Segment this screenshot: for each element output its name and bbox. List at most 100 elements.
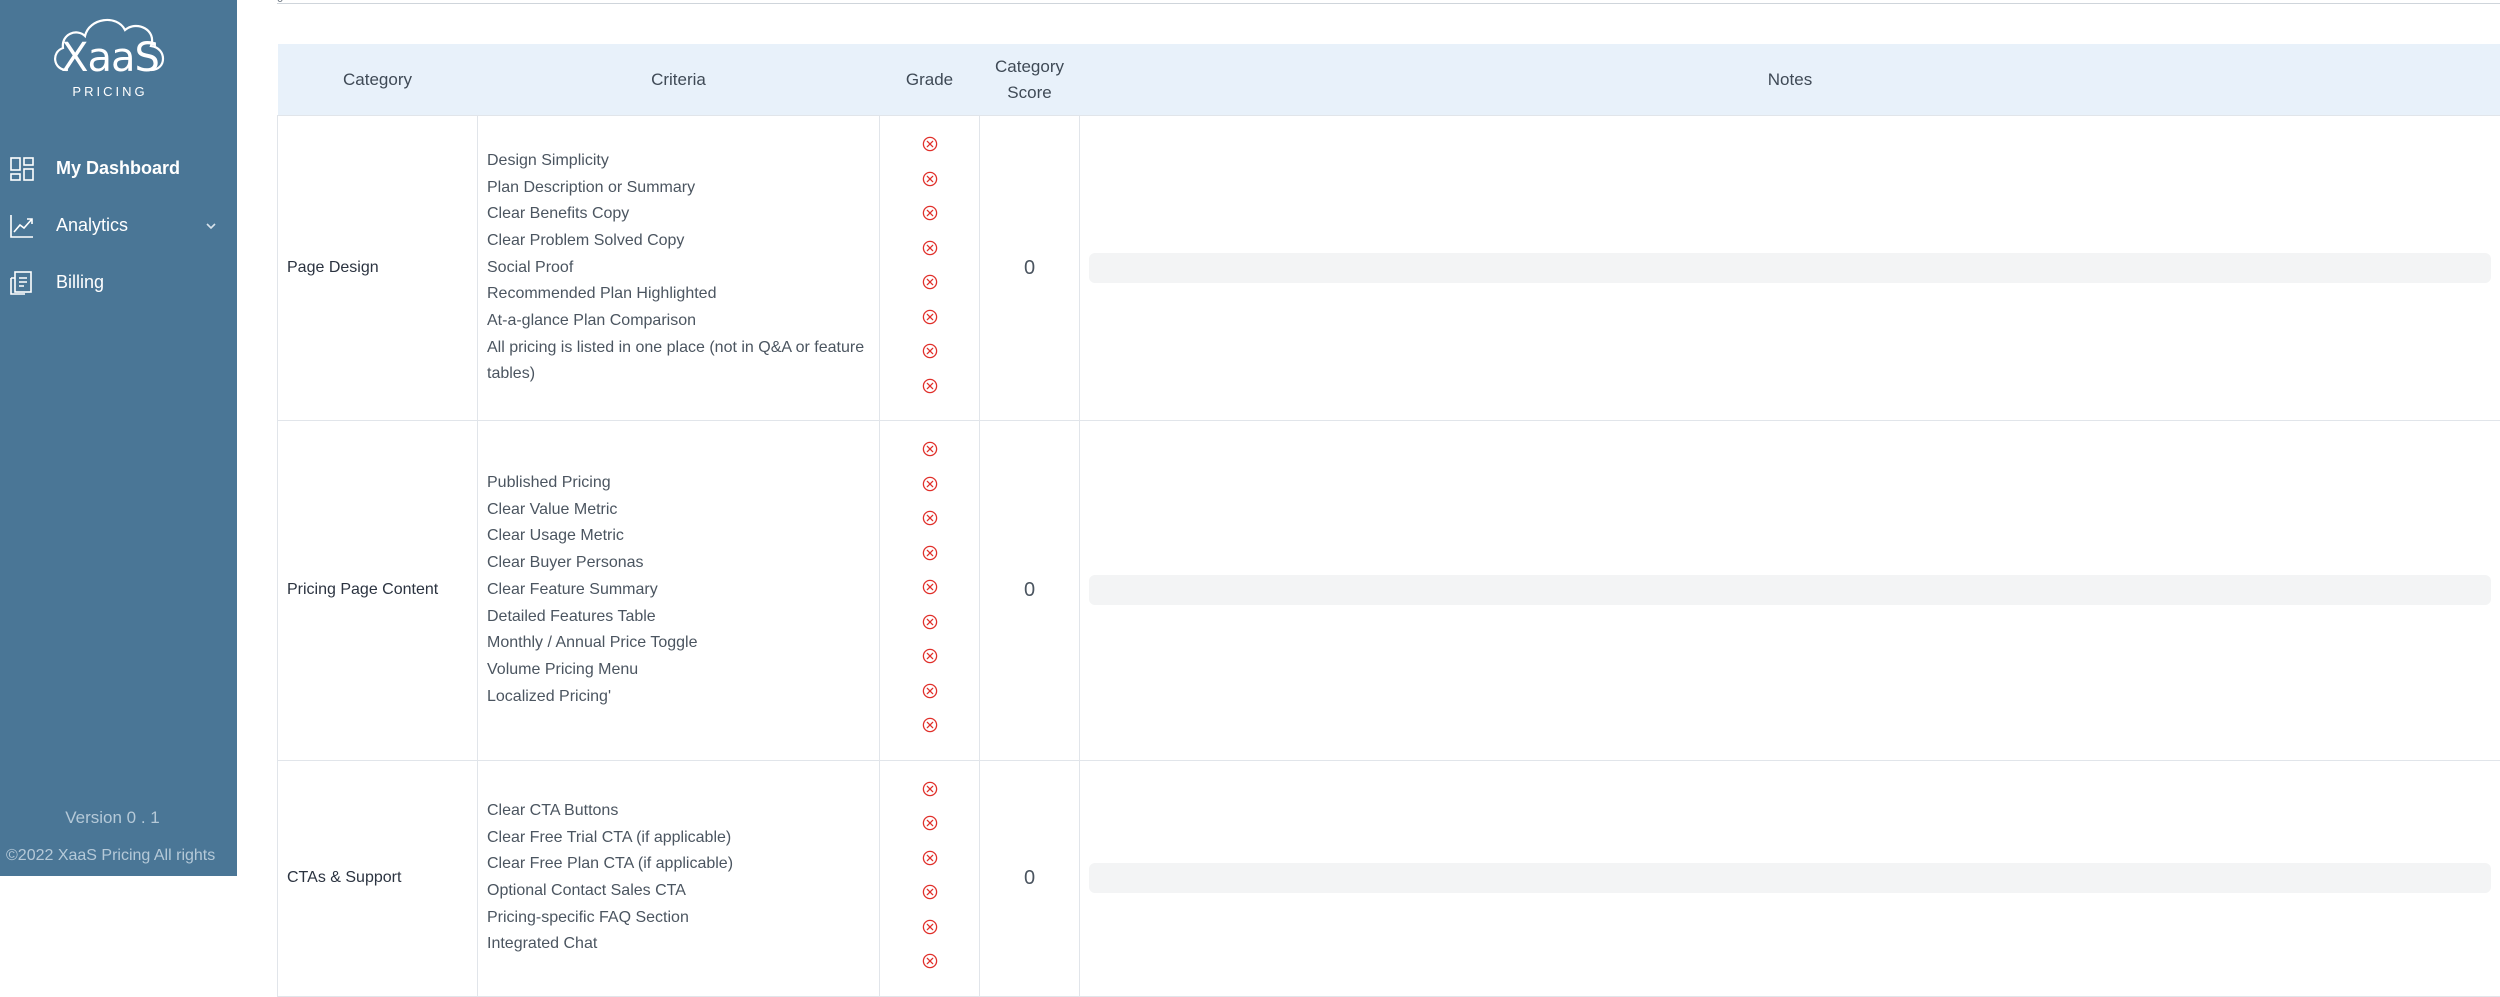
notes-cell (1080, 760, 2500, 996)
table-row: Page DesignDesign SimplicityPlan Descrip… (278, 116, 2500, 421)
criterion-item: Social Proof (487, 255, 871, 282)
grading-table: Category Criteria Grade Category Score N… (277, 44, 2500, 997)
notes-field[interactable] (1089, 253, 2491, 283)
criterion-item: Clear Free Plan CTA (if applicable) (487, 851, 871, 878)
category-cell: CTAs & Support (278, 760, 478, 996)
category-score-cell: 0 (980, 760, 1080, 996)
fail-x-circle-icon[interactable] (916, 850, 944, 879)
fail-x-circle-icon[interactable] (916, 343, 944, 372)
criterion-item: Clear Problem Solved Copy (487, 228, 871, 255)
table-header-row: Category Criteria Grade Category Score N… (278, 44, 2500, 116)
notes-field[interactable] (1089, 863, 2491, 893)
criterion-item: Monthly / Annual Price Toggle (487, 630, 871, 657)
fail-x-circle-icon[interactable] (916, 240, 944, 269)
copyright-label: ©2022 XaaS Pricing All rights (6, 847, 237, 865)
column-header-grade: Grade (880, 44, 980, 116)
criterion-item: Recommended Plan Highlighted (487, 281, 871, 308)
fail-x-circle-icon[interactable] (916, 510, 944, 539)
criterion-item: Integrated Chat (487, 931, 871, 958)
grade-cell (880, 760, 980, 996)
fail-x-circle-icon[interactable] (916, 884, 944, 913)
column-header-notes: Notes (1080, 44, 2500, 116)
logo-subtext: PRICING (45, 84, 175, 99)
criterion-item: Published Pricing (487, 470, 871, 497)
divider (277, 3, 2500, 4)
fail-x-circle-icon[interactable] (916, 378, 944, 407)
criteria-list: Published PricingClear Value MetricClear… (478, 459, 879, 721)
fail-x-circle-icon[interactable] (916, 579, 944, 608)
table-row: Pricing Page ContentPublished PricingCle… (278, 421, 2500, 761)
fail-x-circle-icon[interactable] (916, 815, 944, 844)
fail-x-circle-icon[interactable] (916, 648, 944, 677)
fail-x-circle-icon[interactable] (916, 441, 944, 470)
main-content: 0 Category Criteria Grade Category Score… (237, 0, 2500, 876)
fail-x-circle-icon[interactable] (916, 953, 944, 982)
line-chart-icon (9, 213, 35, 239)
header-line: Score (1007, 83, 1051, 102)
grade-list (880, 421, 979, 760)
sidebar-item-label: Analytics (56, 215, 128, 236)
column-header-category: Category (278, 44, 478, 116)
fail-x-circle-icon[interactable] (916, 683, 944, 712)
fail-x-circle-icon[interactable] (916, 919, 944, 948)
criterion-item: At-a-glance Plan Comparison (487, 308, 871, 335)
sidebar: XaaS PRICING My Dashboard (0, 0, 237, 876)
sidebar-item-label: My Dashboard (56, 158, 180, 179)
table-body: Page DesignDesign SimplicityPlan Descrip… (278, 116, 2500, 997)
chevron-down-icon[interactable] (204, 219, 218, 233)
sidebar-item-analytics[interactable]: Analytics (0, 197, 237, 254)
fail-x-circle-icon[interactable] (916, 171, 944, 200)
version-label: Version 0 . 1 (0, 808, 225, 828)
fail-x-circle-icon[interactable] (916, 205, 944, 234)
header-line: Category (995, 57, 1064, 76)
criterion-item: Volume Pricing Menu (487, 657, 871, 684)
column-header-criteria: Criteria (478, 44, 880, 116)
billing-document-icon (9, 270, 35, 296)
notes-field[interactable] (1089, 575, 2491, 605)
criterion-item: Clear Feature Summary (487, 577, 871, 604)
criterion-item: Clear Benefits Copy (487, 201, 871, 228)
criteria-list: Design SimplicityPlan Description or Sum… (478, 137, 879, 399)
criteria-cell: Design SimplicityPlan Description or Sum… (478, 116, 880, 421)
fail-x-circle-icon[interactable] (916, 545, 944, 574)
sidebar-nav: My Dashboard Analytics (0, 140, 237, 311)
fail-x-circle-icon[interactable] (916, 717, 944, 746)
column-header-category-score: Category Score (980, 44, 1080, 116)
category-score-cell: 0 (980, 116, 1080, 421)
criteria-cell: Published PricingClear Value MetricClear… (478, 421, 880, 761)
criterion-item: Clear Buyer Personas (487, 550, 871, 577)
dashboard-grid-icon (9, 156, 35, 182)
criterion-item: All pricing is listed in one place (not … (487, 335, 871, 388)
sidebar-item-my-dashboard[interactable]: My Dashboard (0, 140, 237, 197)
category-score-cell: 0 (980, 421, 1080, 761)
criteria-list: Clear CTA ButtonsClear Free Trial CTA (i… (478, 787, 879, 969)
category-cell: Page Design (278, 116, 478, 421)
xaas-logo[interactable]: XaaS PRICING (45, 8, 175, 103)
table-row: CTAs & SupportClear CTA ButtonsClear Fre… (278, 760, 2500, 996)
criteria-cell: Clear CTA ButtonsClear Free Trial CTA (i… (478, 760, 880, 996)
criterion-item: Plan Description or Summary (487, 175, 871, 202)
fail-x-circle-icon[interactable] (916, 274, 944, 303)
fail-x-circle-icon[interactable] (916, 309, 944, 338)
sidebar-item-label: Billing (56, 272, 104, 293)
grade-list (880, 761, 979, 996)
grade-list (880, 116, 979, 420)
grade-cell (880, 421, 980, 761)
criterion-item: Clear CTA Buttons (487, 798, 871, 825)
fail-x-circle-icon[interactable] (916, 136, 944, 165)
criterion-item: Clear Free Trial CTA (if applicable) (487, 825, 871, 852)
criterion-item: Detailed Features Table (487, 604, 871, 631)
criterion-item: Clear Usage Metric (487, 523, 871, 550)
logo-text: XaaS (45, 38, 175, 78)
category-cell: Pricing Page Content (278, 421, 478, 761)
criterion-item: Optional Contact Sales CTA (487, 878, 871, 905)
grade-cell (880, 116, 980, 421)
sidebar-item-billing[interactable]: Billing (0, 254, 237, 311)
notes-cell (1080, 421, 2500, 761)
criterion-item: Design Simplicity (487, 148, 871, 175)
fail-x-circle-icon[interactable] (916, 614, 944, 643)
notes-cell (1080, 116, 2500, 421)
fail-x-circle-icon[interactable] (916, 781, 944, 810)
criterion-item: Pricing-specific FAQ Section (487, 905, 871, 932)
fail-x-circle-icon[interactable] (916, 476, 944, 505)
